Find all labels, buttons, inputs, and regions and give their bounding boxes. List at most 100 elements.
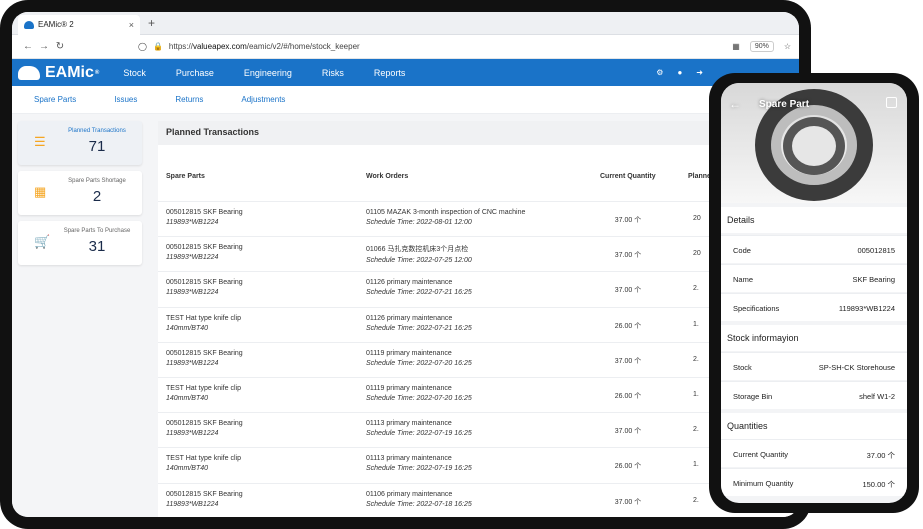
table-row[interactable]: TEST Hat type knife clip 140mm/BT40 01119 …: [158, 377, 799, 412]
stock-heading: Stock informayion: [721, 325, 907, 351]
table-row[interactable]: 005012815 SKF Bearing 119893*WB1224 01106 …: [158, 482, 799, 517]
gear-icon[interactable]: ⚙: [656, 68, 663, 77]
planned-cell: 2.: [693, 355, 699, 363]
qty-row-minimum: Minimum Quantity 150.00 个: [721, 468, 907, 496]
table-row[interactable]: 005012815 SKF Bearing 119893*WB1224 01066 …: [158, 236, 799, 271]
qr-code-icon[interactable]: ▦: [732, 42, 740, 51]
spare-part-cell: 005012815 SKF Bearing 119893*WB1224: [166, 420, 243, 437]
spare-part-cell: TEST Hat type knife clip 140mm/BT40: [166, 455, 241, 472]
app-navbar: EAMic ® Stock Purchase Engineering Risks …: [12, 59, 799, 86]
user-icon[interactable]: ●: [677, 68, 682, 77]
menu-engineering[interactable]: Engineering: [244, 68, 292, 78]
column-current-quantity[interactable]: Current Quantity: [600, 173, 656, 180]
part-spec: 119893*WB1224: [166, 289, 219, 297]
table-row[interactable]: 005012815 SKF Bearing 119893*WB1224 01126 …: [158, 271, 799, 306]
current-quantity-cell: 37.00 个: [614, 252, 642, 260]
app-logo[interactable]: EAMic ®: [18, 64, 99, 82]
work-order-cell: 01066 马扎克数控机床3个月点检 Schedule Time: 2022-07…: [366, 244, 472, 264]
planned-cell: 1.: [693, 320, 699, 328]
spare-part-cell: 005012815 SKF Bearing 119893*WB1224: [166, 279, 243, 296]
planned-cell: 20: [693, 250, 701, 258]
table-row[interactable]: TEST Hat type knife clip 140mm/BT40 01113 …: [158, 447, 799, 482]
forward-icon[interactable]: →: [36, 41, 52, 52]
current-quantity-cell: 37.00 个: [614, 217, 642, 224]
current-quantity-cell: 37.00 个: [614, 287, 642, 295]
card-label: Spare Parts Shortage: [68, 178, 126, 184]
work-order-name: 01066 马扎克数控机床3个月点检: [366, 246, 469, 254]
schedule-time: Schedule Time: 2022-07-19 16:25: [366, 465, 472, 473]
browser-tab[interactable]: EAMic® 2 ×: [18, 14, 140, 35]
edit-icon[interactable]: [886, 97, 897, 108]
lock-icon: 🔒: [152, 42, 163, 51]
part-spec: 119893*WB1224: [166, 254, 219, 262]
tab-title: EAMic® 2: [38, 20, 74, 29]
spare-part-cell: 005012815 SKF Bearing 119893*WB1224: [166, 491, 243, 508]
card-label: Planned Transactions: [68, 128, 126, 134]
column-work-orders[interactable]: Work Orders: [366, 173, 408, 180]
subnav-spare-parts[interactable]: Spare Parts: [34, 95, 76, 104]
current-quantity-cell: 37.00 个: [614, 498, 642, 506]
work-order-cell: 01105 MAZAK 3-month inspection of CNC ma…: [366, 209, 525, 226]
work-order-cell: 01106 primary maintenance Schedule Time: …: [366, 491, 472, 508]
address-bar-actions: ▦ 90% ☆: [732, 41, 791, 52]
back-icon[interactable]: ←: [20, 41, 36, 52]
tablet-frame: EAMic® 2 × + ← → ↻ ◯ 🔒 https://valueapex…: [0, 0, 811, 529]
part-spec: 140mm/BT40: [166, 324, 209, 332]
logout-icon[interactable]: ➜: [696, 68, 703, 77]
subnav-issues[interactable]: Issues: [114, 95, 137, 104]
planned-transactions-panel: Planned Transactions Spare Parts Work Or…: [158, 121, 799, 517]
schedule-time: Schedule Time: 2022-07-20 16:25: [366, 359, 472, 367]
detail-row-code: Code 005012815: [721, 235, 907, 263]
part-name: 005012815 SKF Bearing: [166, 279, 243, 287]
list-icon: ☰: [34, 134, 46, 149]
card-spare-parts-shortage[interactable]: ▦ Spare Parts Shortage 2: [18, 171, 142, 215]
new-tab-icon[interactable]: +: [148, 16, 155, 30]
phone-title: Spare Part: [759, 99, 810, 110]
schedule-time: Schedule Time: 2022-08-01 12:00: [366, 219, 472, 226]
work-order-name: 01126 primary maintenance: [366, 279, 453, 287]
reload-icon[interactable]: ↻: [52, 41, 68, 52]
part-name: 005012815 SKF Bearing: [166, 420, 243, 428]
subnav-returns[interactable]: Returns: [175, 95, 203, 104]
table-row[interactable]: 005012815 SKF Bearing 119893*WB1224 01105 …: [158, 201, 799, 236]
zoom-level[interactable]: 90%: [749, 41, 774, 52]
work-order-cell: 01119 primary maintenance Schedule Time: …: [366, 350, 472, 367]
detail-row-specifications: Specifications 119893*WB1224: [721, 293, 907, 321]
part-spec: 140mm/BT40: [166, 395, 209, 402]
spare-part-cell: 005012815 SKF Bearing 119893*WB1224: [166, 350, 243, 367]
cloud-logo-icon: [18, 65, 40, 80]
card-spare-parts-to-purchase[interactable]: 🛒 Spare Parts To Purchase 31: [18, 221, 142, 265]
menu-reports[interactable]: Reports: [374, 68, 406, 78]
url-field[interactable]: ◯ 🔒 https://valueapex.com/eamic/v2/#/hom…: [138, 42, 360, 51]
subnav-adjustments[interactable]: Adjustments: [241, 95, 285, 104]
part-name: 005012815 SKF Bearing: [166, 209, 243, 216]
tab-close-icon[interactable]: ×: [129, 20, 134, 30]
card-planned-transactions[interactable]: ☰ Planned Transactions 71: [18, 121, 142, 165]
back-arrow-icon[interactable]: ←: [729, 97, 741, 111]
menu-risks[interactable]: Risks: [322, 68, 344, 78]
table-row[interactable]: TEST Hat type knife clip 140mm/BT40 01126 …: [158, 306, 799, 342]
work-order-cell: 01119 primary maintenance Schedule Time: …: [366, 385, 472, 402]
stock-row-stock: Stock SP-SH-CK Storehouse: [721, 352, 907, 380]
work-order-cell: 01126 primary maintenance Schedule Time: …: [366, 279, 472, 296]
planned-cell: 1.: [693, 391, 699, 398]
column-spare-parts[interactable]: Spare Parts: [166, 173, 205, 180]
part-name: TEST Hat type knife clip: [166, 385, 241, 392]
calculator-icon: ▦: [34, 184, 47, 199]
main-content: ☰ Planned Transactions 71 ▦ Spare Parts …: [12, 114, 799, 517]
phone-frame: ← Spare Part Details Code 005012815 Name S…: [709, 73, 919, 513]
spare-part-cell: 005012815 SKF Bearing 119893*WB1224: [166, 209, 243, 226]
part-spec: 119893*WB1224: [166, 219, 219, 226]
table-row[interactable]: 005012815 SKF Bearing 119893*WB1224 01119 …: [158, 341, 799, 377]
bookmark-star-icon[interactable]: ☆: [784, 42, 791, 51]
table-row[interactable]: 005012815 SKF Bearing 119893*WB1224 01113 …: [158, 412, 799, 447]
menu-stock[interactable]: Stock: [123, 68, 146, 78]
cart-icon: 🛒: [34, 234, 51, 249]
planned-cell: 1.: [693, 461, 699, 469]
current-quantity-cell: 37.00 个: [614, 357, 642, 365]
card-value: 31: [88, 238, 106, 255]
part-name: 005012815 SKF Bearing: [166, 244, 243, 252]
menu-purchase[interactable]: Purchase: [176, 68, 214, 78]
current-quantity-cell: 26.00 个: [614, 322, 642, 330]
table-header: Spare Parts Work Orders Current Quantity…: [158, 173, 799, 187]
